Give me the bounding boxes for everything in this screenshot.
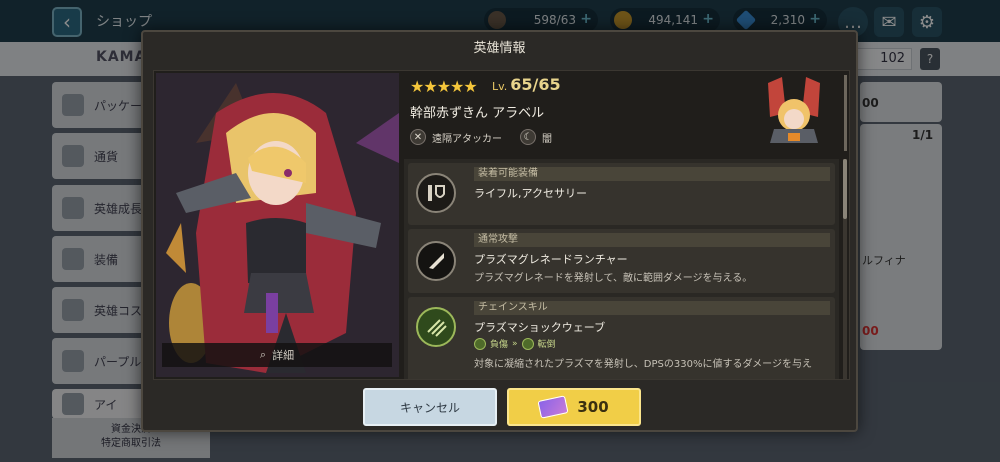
normal-attack-section: 通常攻撃 プラズマグレネードランチャー プラズマグレネードを発射して、敵に範囲ダ… [408, 229, 835, 293]
fall-icon [521, 337, 534, 350]
hero-role-row: ✕ 遠隔アタッカー ☾ 闇 [410, 129, 552, 145]
magnifier-icon: ⌕ [259, 348, 267, 361]
detail-label: 詳細 [272, 349, 295, 362]
chain-to: 転倒 [537, 340, 556, 350]
section-header: 通常攻撃 [474, 233, 830, 247]
element-label: 闇 [542, 133, 552, 145]
equipment-section: 装着可能装備 ライフル,アクセサリー [408, 163, 835, 225]
hero-portrait: ⌕ 詳細 [156, 73, 399, 377]
hero-info-modal: 英雄情報 ⌕ 詳細 ★★★★★ Lv. 65/65 幹部赤ずきん アラベル ✕ … [141, 30, 858, 432]
section-title: プラズマショックウェーブ [474, 321, 606, 334]
cancel-button[interactable]: キャンセル [363, 388, 497, 426]
ticket-icon [537, 395, 569, 419]
plasma-wave-icon [416, 307, 456, 347]
section-header: 装着可能装備 [474, 167, 830, 181]
section-title: プラズマグレネードランチャー [474, 253, 628, 266]
level-prefix: Lv. [492, 80, 508, 93]
chain-from: 負傷 [490, 340, 509, 350]
chain-skill-section: チェインスキル プラズマショックウェーブ 負傷 » 転倒 対象に凝縮されたプラズ… [408, 297, 835, 379]
modal-title: 英雄情報 [473, 41, 526, 56]
section-title: ライフル,アクセサリー [474, 187, 587, 200]
grenade-launcher-icon [416, 241, 456, 281]
chain-tags: 負傷 » 転倒 [474, 337, 556, 350]
crossed-guns-icon: ✕ [410, 129, 426, 145]
star-rating: ★★★★★ [410, 77, 478, 96]
section-header: チェインスキル [474, 301, 830, 315]
purchase-button[interactable]: 300 [507, 388, 641, 426]
hero-chibi-sprite [768, 77, 820, 143]
hero-illustration [156, 73, 399, 377]
hero-name: 幹部赤ずきん アラベル [410, 106, 545, 121]
level-value: 65/65 [510, 75, 561, 94]
hero-level: Lv. 65/65 [492, 75, 561, 94]
section-desc: 対象に凝縮されたプラズマを発射し、DPSの330%に値するダメージを与え [474, 359, 812, 370]
detail-button[interactable]: ⌕ 詳細 [162, 343, 392, 367]
injury-icon [474, 337, 486, 350]
skill-list[interactable]: 装着可能装備 ライフル,アクセサリー 通常攻撃 プラズマグレネードランチャー プ… [404, 159, 839, 379]
modal-content: ⌕ 詳細 ★★★★★ Lv. 65/65 幹部赤ずきん アラベル ✕ 遠隔アタッカ… [153, 70, 850, 380]
moon-icon: ☾ [520, 129, 536, 145]
double-arrow-icon: » [512, 338, 518, 349]
section-desc: プラズマグレネードを発射して、敵に範囲ダメージを与える。 [474, 273, 753, 284]
role-label: 遠隔アタッカー [432, 133, 502, 145]
header-scrollbar[interactable] [844, 75, 847, 151]
skill-scrollbar[interactable] [843, 159, 847, 379]
rifle-shield-icon [416, 173, 456, 213]
scrollbar-thumb[interactable] [843, 159, 847, 219]
purchase-price: 300 [577, 398, 609, 416]
